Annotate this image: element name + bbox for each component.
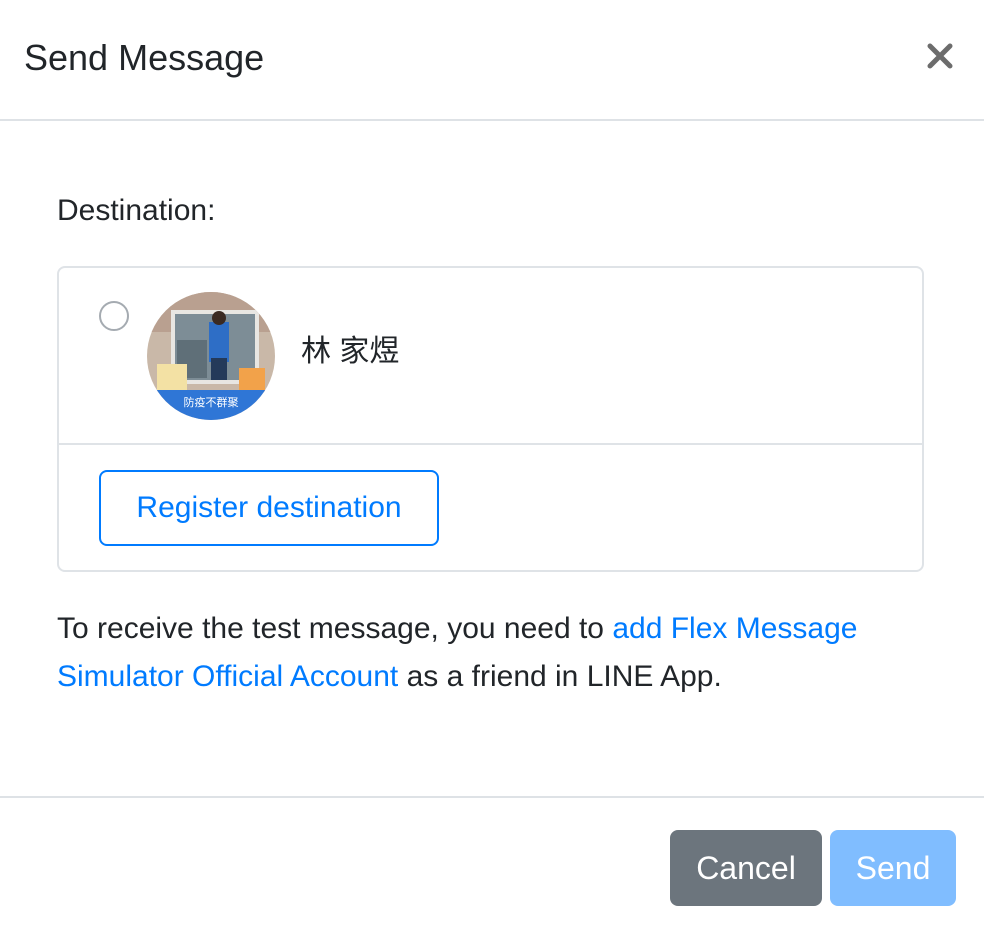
dialog-header: Send Message	[0, 0, 984, 121]
dialog-footer: Cancel Send	[0, 796, 984, 938]
close-icon	[920, 36, 960, 76]
destination-name: 林 家煜	[301, 335, 400, 368]
info-suffix: as a friend in LINE App.	[398, 660, 722, 693]
avatar-caption: 防疫不群聚	[184, 395, 239, 409]
dialog-title: Send Message	[24, 37, 265, 78]
destination-item[interactable]: 防疫不群聚 林 家煜	[59, 268, 922, 445]
destination-label: Destination:	[57, 194, 216, 227]
user-avatar: 防疫不群聚	[147, 292, 275, 420]
send-button[interactable]: Send	[830, 830, 956, 906]
destination-radio[interactable]	[99, 301, 129, 331]
cancel-button[interactable]: Cancel	[670, 830, 822, 906]
info-message: To receive the test message, you need to…	[57, 605, 937, 701]
info-prefix: To receive the test message, you need to	[57, 612, 613, 645]
send-message-dialog: Send Message Destination: 防疫不群聚 林 家煜 Reg…	[0, 0, 984, 938]
dialog-body: Destination: 防疫不群聚 林 家煜 Register destina…	[0, 121, 984, 796]
destination-list: 防疫不群聚 林 家煜 Register destination	[57, 266, 924, 572]
close-button[interactable]	[920, 36, 960, 76]
register-destination-button[interactable]: Register destination	[99, 470, 439, 546]
